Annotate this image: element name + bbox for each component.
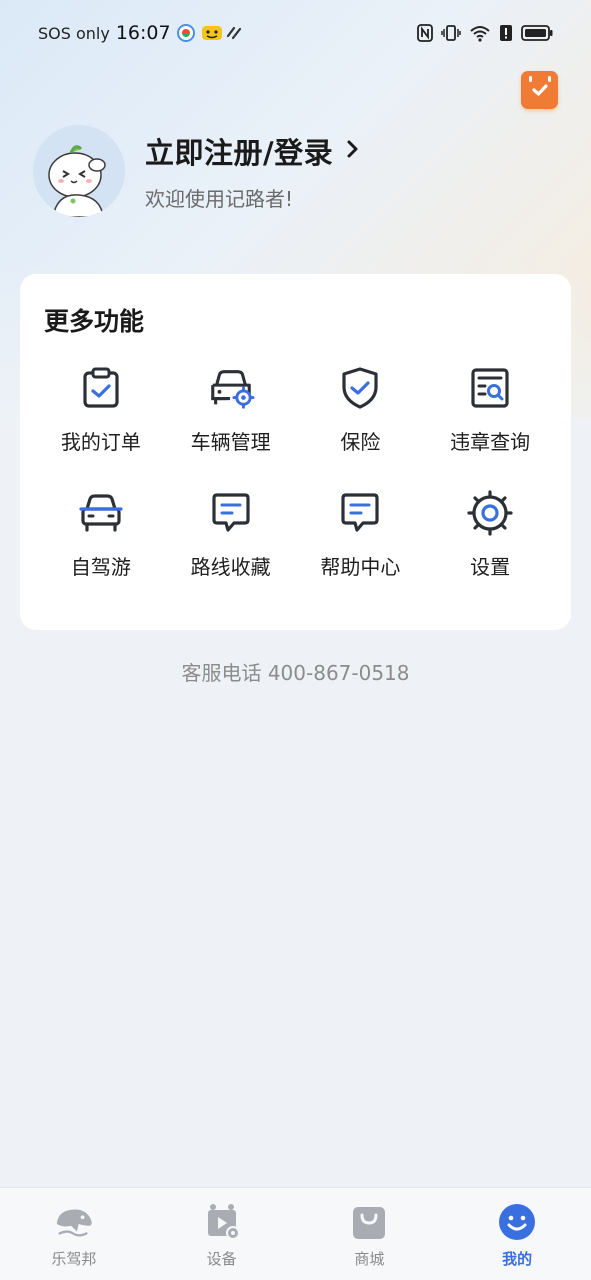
- feature-settings[interactable]: 设置: [425, 489, 555, 580]
- calendar-check-icon: [525, 73, 555, 107]
- nav-item-ledriver[interactable]: 乐驾邦: [14, 1202, 134, 1269]
- feature-insurance[interactable]: 保险: [296, 364, 426, 455]
- features-grid: 我的订单 车辆管理 保险 违章查询 自驾游 路线收藏 帮助中心 设置: [36, 364, 555, 580]
- status-bar-right: [417, 24, 553, 42]
- car-gear-icon: [207, 364, 255, 412]
- dolphin-icon: [54, 1202, 94, 1242]
- feature-route-favorites[interactable]: 路线收藏: [166, 489, 296, 580]
- feature-violation-query[interactable]: 违章查询: [425, 364, 555, 455]
- feature-label: 我的订单: [60, 430, 141, 454]
- login-title: 立即注册/登录: [145, 136, 334, 170]
- gear-icon: [466, 489, 514, 537]
- nfc-icon: [417, 24, 433, 42]
- nav-label: 商城: [354, 1250, 385, 1268]
- feature-label: 保险: [340, 430, 381, 454]
- nav-label: 我的: [502, 1250, 533, 1268]
- status-bar: SOS only 16:07: [0, 0, 591, 66]
- carrier-text: SOS only: [38, 23, 110, 43]
- nav-label: 乐驾邦: [51, 1250, 97, 1268]
- clipboard-check-icon: [77, 364, 125, 412]
- feature-label: 车辆管理: [190, 430, 271, 454]
- car-front-icon: [77, 489, 125, 537]
- login-link[interactable]: 立即注册/登录: [145, 130, 361, 172]
- battery-icon: [521, 24, 553, 42]
- customer-service-hotline[interactable]: 客服电话 400-867-0518: [0, 657, 591, 686]
- app-notification-icon: [176, 24, 195, 42]
- emoji-notification-icon: [201, 24, 222, 42]
- status-bar-left: SOS only 16:07: [38, 22, 243, 44]
- alert-icon: [499, 24, 513, 42]
- shield-check-icon: [336, 364, 384, 412]
- calendar-checkin-button[interactable]: [521, 71, 558, 109]
- nav-label: 设备: [206, 1250, 237, 1268]
- feature-label: 路线收藏: [190, 555, 271, 579]
- bottom-nav: 乐驾邦 设备 商城 我的: [0, 1187, 591, 1280]
- clock: 16:07: [115, 22, 171, 44]
- link-notification-icon: [225, 24, 243, 42]
- avatar[interactable]: [33, 125, 125, 217]
- feature-label: 违章查询: [450, 430, 531, 454]
- welcome-text: 欢迎使用记路者!: [145, 187, 294, 211]
- shopping-bag-icon: [349, 1202, 389, 1242]
- nav-item-mine[interactable]: 我的: [457, 1202, 577, 1269]
- feature-label: 设置: [470, 555, 511, 579]
- document-search-icon: [466, 364, 514, 412]
- help-message-icon: [336, 489, 384, 537]
- more-features-card: 更多功能 我的订单 车辆管理 保险 违章查询 自驾游 路线收藏 帮助中心 设置: [20, 274, 571, 630]
- feature-my-orders[interactable]: 我的订单: [36, 364, 166, 455]
- message-lines-icon: [207, 489, 255, 537]
- nav-item-mall[interactable]: 商城: [309, 1202, 429, 1269]
- feature-vehicle-management[interactable]: 车辆管理: [166, 364, 296, 455]
- vibrate-icon: [441, 24, 461, 42]
- feature-label: 帮助中心: [320, 555, 401, 579]
- device-video-icon: [202, 1202, 242, 1242]
- chevron-right-icon: [345, 138, 361, 164]
- feature-road-trip[interactable]: 自驾游: [36, 489, 166, 580]
- card-title: 更多功能: [44, 307, 145, 336]
- wifi-icon: [469, 24, 491, 42]
- feature-label: 自驾游: [70, 555, 131, 579]
- feature-help-center[interactable]: 帮助中心: [296, 489, 426, 580]
- smiley-icon: [497, 1202, 537, 1242]
- nav-item-device[interactable]: 设备: [162, 1202, 282, 1269]
